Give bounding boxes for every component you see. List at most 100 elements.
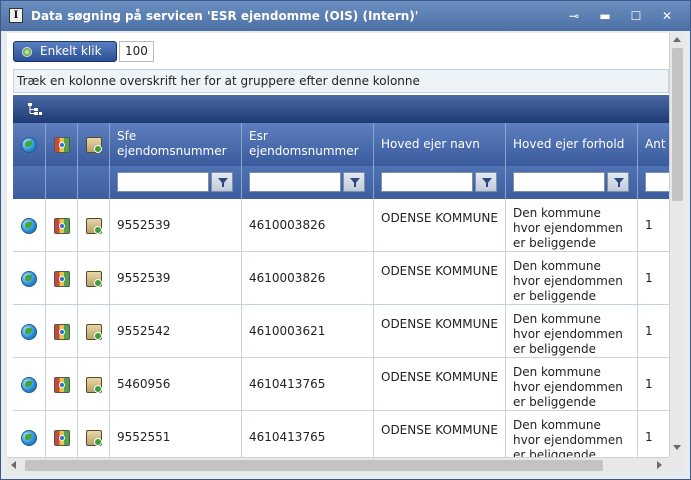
horizontal-scroll-thumb[interactable] [25,460,603,471]
map-icon [54,137,70,153]
house-icon[interactable] [86,218,102,234]
house-icon[interactable] [86,377,102,393]
cell-map [46,358,78,411]
single-click-label: Enkelt klik [40,44,102,58]
globe-icon[interactable] [21,377,37,393]
filter-button-esr[interactable] [343,172,365,192]
cell-globe [13,199,46,252]
cell-sfe: 9552542 [110,305,242,358]
cell-owner-name: ODENSE KOMMUNE [374,411,506,457]
table-row[interactable]: 5460956 4610413765 ODENSE KOMMUNE Den ko… [13,358,669,411]
filter-button-owner-relation[interactable] [607,172,629,192]
scroll-up-icon[interactable] [673,37,681,42]
cell-ant: 1 [645,271,653,285]
toolbar: Enkelt klik 100 [7,33,669,69]
filter-row [13,166,669,199]
table-row[interactable]: 9552551 4610413765 ODENSE KOMMUNE Den ko… [13,411,669,457]
table-row[interactable]: 9552539 4610003826 ODENSE KOMMUNE Den ko… [13,252,669,305]
column-header-sfe[interactable]: Sfe ejendomsnummer [110,123,242,166]
globe-icon[interactable] [21,430,37,446]
map-icon[interactable] [54,430,70,446]
cell-globe [13,252,46,305]
filter-input-esr[interactable] [249,172,341,192]
cell-ant: 1 [645,430,653,444]
filter-input-owner-name[interactable] [381,172,473,192]
column-header-owner-relation[interactable]: Hoved ejer forhold [506,123,638,166]
table-row[interactable]: 9552539 4610003826 ODENSE KOMMUNE Den ko… [13,199,669,252]
vertical-scroll-thumb[interactable] [672,48,683,201]
grid-body: 9552539 4610003826 ODENSE KOMMUNE Den ko… [13,199,669,457]
house-icon [86,137,102,153]
cell-esr: 4610003826 [242,199,374,252]
group-by-drop-area[interactable]: Træk en kolonne overskrift her for at gr… [13,69,669,93]
horizontal-scrollbar[interactable] [7,457,669,472]
scroll-left-icon[interactable] [11,461,16,469]
single-click-button[interactable]: Enkelt klik [13,41,117,62]
map-icon[interactable] [54,271,70,287]
cell-owner-relation: Den kommune hvor ejendommen er beliggend… [506,199,638,252]
cell-house [78,305,110,358]
vertical-scrollbar[interactable] [669,33,684,457]
grid-toolbar [13,95,669,123]
scroll-down-icon[interactable] [673,445,681,450]
pin-button[interactable]: ⊸ [562,6,586,26]
filter-cell-empty [13,166,46,199]
cell-house [78,358,110,411]
cell-sfe: 9552551 [110,411,242,457]
filter-cell-ant [638,166,669,199]
content-area: Enkelt klik 100 Træk en kolonne overskri… [7,33,669,457]
cell-map [46,252,78,305]
column-header-house[interactable] [78,123,110,166]
title-bar[interactable]: I Data søgning på servicen 'ESR ejendomm… [1,1,690,31]
cell-ant: 1 [645,324,653,338]
globe-icon[interactable] [21,218,37,234]
table-row[interactable]: 9552542 4610003621 ODENSE KOMMUNE Den ko… [13,305,669,358]
filter-input-sfe[interactable] [117,172,209,192]
map-icon[interactable] [54,324,70,340]
globe-icon[interactable] [21,271,37,287]
house-icon[interactable] [86,271,102,287]
cell-esr: 4610413765 [242,358,374,411]
scroll-right-icon[interactable] [657,461,662,469]
result-count-field[interactable]: 100 [119,41,154,62]
cell-esr: 4610003826 [242,252,374,305]
cell-globe [13,305,46,358]
cell-ant: 1 [645,218,653,232]
filter-cell-sfe [110,166,242,199]
grid-header: Sfe ejendomsnummer Esr ejendomsnummer Ho… [13,123,669,166]
column-header-map[interactable] [46,123,78,166]
filter-button-owner-name[interactable] [475,172,497,192]
cell-globe [13,411,46,457]
column-header-esr[interactable]: Esr ejendomsnummer [242,123,374,166]
minimize-button[interactable]: ▬ [593,6,617,26]
search-window: I Data søgning på servicen 'ESR ejendomm… [0,0,691,480]
map-icon[interactable] [54,377,70,393]
window-title: Data søgning på servicen 'ESR ejendomme … [31,9,419,23]
globe-icon[interactable] [21,324,37,340]
cell-map [46,305,78,358]
globe-icon [21,137,37,153]
scrollbar-corner [669,457,684,472]
cell-sfe: 9552539 [110,252,242,305]
column-header-ant[interactable]: Ant [638,123,669,166]
cell-owner-relation: Den kommune hvor ejendommen er beliggend… [506,305,638,358]
cell-owner-relation: Den kommune hvor ejendommen er beliggend… [506,358,638,411]
tree-icon[interactable] [27,102,43,116]
cell-esr: 4610413765 [242,411,374,457]
house-icon[interactable] [86,430,102,446]
filter-cell-empty [46,166,78,199]
column-header-owner-name[interactable]: Hoved ejer navn [374,123,506,166]
filter-input-ant[interactable] [645,172,669,192]
app-icon: I [9,8,23,23]
map-icon[interactable] [54,218,70,234]
filter-cell-owner-name [374,166,506,199]
maximize-button[interactable]: ☐ [624,6,648,26]
cell-owner-name: ODENSE KOMMUNE [374,305,506,358]
filter-input-owner-relation[interactable] [513,172,605,192]
cell-sfe: 9552539 [110,199,242,252]
cell-house [78,252,110,305]
filter-button-sfe[interactable] [211,172,233,192]
close-button[interactable]: ✕ [655,6,679,26]
house-icon[interactable] [86,324,102,340]
column-header-globe[interactable] [13,123,46,166]
